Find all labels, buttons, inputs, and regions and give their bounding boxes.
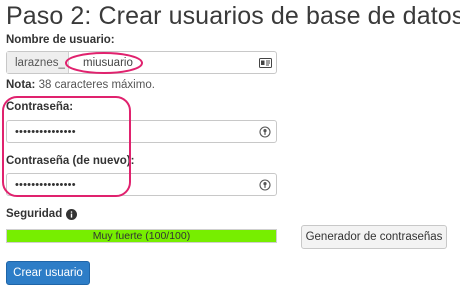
password-strength-fill: Muy fuerte (100/100) xyxy=(7,230,276,242)
page-title: Paso 2: Crear usuarios de base de datos: xyxy=(6,2,460,30)
password-confirm-field[interactable]: ••••••••••••••• xyxy=(6,173,277,196)
password-field[interactable]: ••••••••••••••• xyxy=(6,120,277,143)
id-card-icon xyxy=(254,52,276,73)
info-circle-icon[interactable] xyxy=(66,208,78,220)
password-generator-button[interactable]: Generador de contraseñas xyxy=(301,225,447,249)
username-prefix: laraznes_ xyxy=(7,52,69,73)
create-user-button[interactable]: Crear usuario xyxy=(6,261,90,285)
username-note: Nota: 38 caracteres máximo. xyxy=(6,79,155,91)
password-input[interactable]: ••••••••••••••• xyxy=(7,126,254,138)
username-input[interactable]: miusuario xyxy=(69,57,254,69)
security-label: Seguridad xyxy=(6,208,78,220)
password-confirm-label: Contraseña (de nuevo): xyxy=(6,155,135,167)
key-icon[interactable] xyxy=(254,121,276,142)
username-label: Nombre de usuario: xyxy=(6,34,115,46)
password-confirm-input[interactable]: ••••••••••••••• xyxy=(7,179,254,191)
password-label: Contraseña: xyxy=(6,101,74,113)
password-strength-meter: Muy fuerte (100/100) xyxy=(6,229,277,243)
username-input-group[interactable]: laraznes_ miusuario xyxy=(6,51,277,74)
key-icon[interactable] xyxy=(254,174,276,195)
